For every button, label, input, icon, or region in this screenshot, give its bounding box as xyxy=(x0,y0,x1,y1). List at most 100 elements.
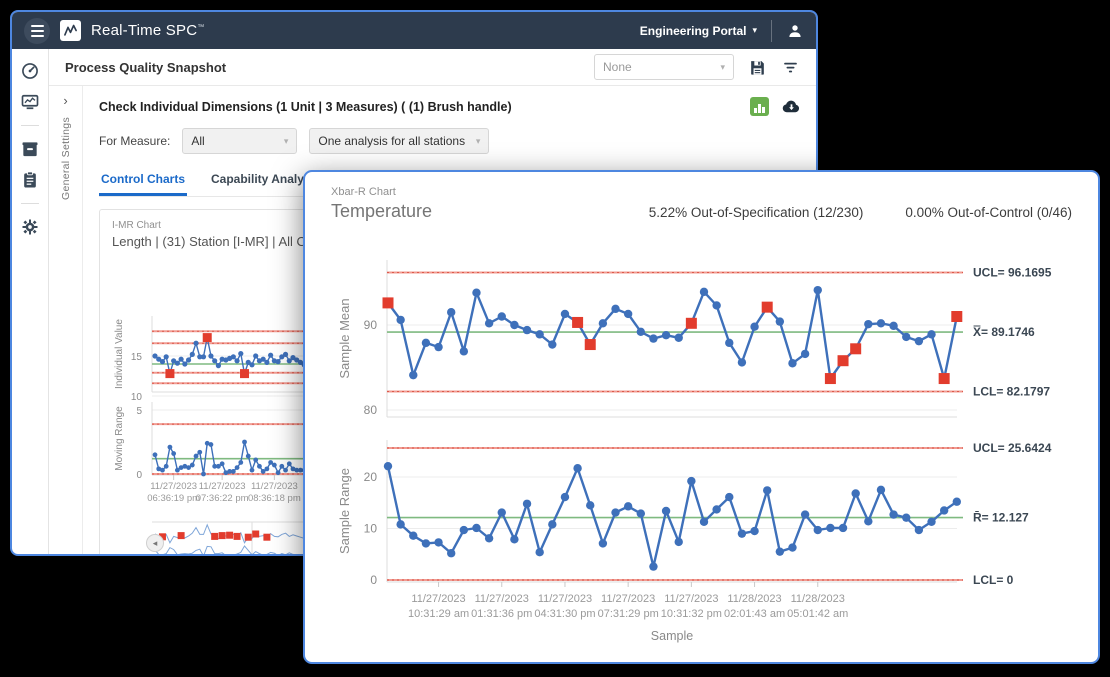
sample-point[interactable] xyxy=(687,477,695,485)
sample-point[interactable] xyxy=(712,505,720,513)
sample-point[interactable] xyxy=(586,501,594,509)
analysis-mode-select[interactable]: One analysis for all stations ▾ xyxy=(309,128,489,154)
sample-point[interactable] xyxy=(220,461,225,466)
sample-point[interactable] xyxy=(776,547,784,555)
sample-point[interactable] xyxy=(801,510,809,518)
sample-point[interactable] xyxy=(164,464,169,469)
sample-point[interactable] xyxy=(877,319,885,327)
out-of-spec-point[interactable] xyxy=(211,533,218,540)
sample-point[interactable] xyxy=(409,371,417,379)
sample-point[interactable] xyxy=(447,549,455,557)
sample-point[interactable] xyxy=(750,323,758,331)
sample-point[interactable] xyxy=(250,468,255,473)
sample-point[interactable] xyxy=(889,322,897,330)
sample-point[interactable] xyxy=(272,463,277,468)
sample-point[interactable] xyxy=(249,362,254,367)
out-of-spec-point[interactable] xyxy=(245,534,252,541)
sample-point[interactable] xyxy=(279,464,284,469)
sample-point[interactable] xyxy=(472,289,480,297)
sample-point[interactable] xyxy=(212,358,217,363)
sample-point[interactable] xyxy=(201,354,206,359)
sample-point[interactable] xyxy=(763,486,771,494)
sample-point[interactable] xyxy=(637,328,645,336)
sample-point[interactable] xyxy=(460,526,468,534)
sample-point[interactable] xyxy=(915,337,923,345)
sample-point[interactable] xyxy=(839,524,847,532)
out-of-spec-point[interactable] xyxy=(850,343,861,354)
out-of-spec-point[interactable] xyxy=(219,532,226,539)
out-of-spec-point[interactable] xyxy=(951,311,962,322)
sample-point[interactable] xyxy=(283,468,288,473)
sample-point[interactable] xyxy=(940,506,948,514)
sample-point[interactable] xyxy=(675,334,683,342)
sample-point[interactable] xyxy=(194,454,199,459)
sample-point[interactable] xyxy=(535,330,543,338)
sample-point[interactable] xyxy=(216,363,221,368)
sample-point[interactable] xyxy=(523,326,531,334)
user-account-icon[interactable] xyxy=(786,22,804,40)
sample-point[interactable] xyxy=(915,526,923,534)
sample-point[interactable] xyxy=(257,464,262,469)
sample-point[interactable] xyxy=(599,539,607,547)
sample-point[interactable] xyxy=(396,316,404,324)
sample-point[interactable] xyxy=(422,339,430,347)
sample-point[interactable] xyxy=(662,331,670,339)
save-icon[interactable] xyxy=(748,58,767,77)
navigator-collapse-button[interactable]: ◂ xyxy=(146,534,164,552)
out-of-spec-point[interactable] xyxy=(203,333,212,342)
sample-point[interactable] xyxy=(153,452,158,457)
chart-view-button[interactable] xyxy=(750,97,769,116)
sidebar-item-settings[interactable] xyxy=(20,217,40,237)
sample-point[interactable] xyxy=(209,442,214,447)
out-of-spec-point[interactable] xyxy=(178,532,185,539)
tab-control-charts[interactable]: Control Charts xyxy=(99,168,187,196)
sidebar-item-reports[interactable] xyxy=(20,170,40,190)
sample-point[interactable] xyxy=(788,359,796,367)
sample-point[interactable] xyxy=(700,288,708,296)
sample-point[interactable] xyxy=(927,518,935,526)
expand-chevron-icon[interactable]: › xyxy=(63,94,67,107)
sample-point[interactable] xyxy=(535,548,543,556)
sample-point[interactable] xyxy=(186,357,191,362)
sample-point[interactable] xyxy=(182,361,187,366)
sample-point[interactable] xyxy=(190,463,195,468)
sample-point[interactable] xyxy=(485,534,493,542)
sample-point[interactable] xyxy=(927,330,935,338)
sample-point[interactable] xyxy=(160,359,165,364)
sidebar-item-monitoring[interactable] xyxy=(20,92,40,112)
sample-point[interactable] xyxy=(738,529,746,537)
sample-point[interactable] xyxy=(611,508,619,516)
out-of-spec-point[interactable] xyxy=(165,369,174,378)
sample-point[interactable] xyxy=(231,469,236,474)
sample-point[interactable] xyxy=(171,451,176,456)
sample-point[interactable] xyxy=(851,489,859,497)
sample-point[interactable] xyxy=(193,341,198,346)
sample-point[interactable] xyxy=(877,486,885,494)
sample-point[interactable] xyxy=(422,539,430,547)
sample-point[interactable] xyxy=(649,562,657,570)
sample-point[interactable] xyxy=(750,527,758,535)
sample-point[interactable] xyxy=(510,321,518,329)
sample-point[interactable] xyxy=(384,462,392,470)
sample-point[interactable] xyxy=(287,461,292,466)
sample-point[interactable] xyxy=(814,286,822,294)
menu-button[interactable] xyxy=(24,18,50,44)
sample-point[interactable] xyxy=(460,347,468,355)
sample-point[interactable] xyxy=(864,320,872,328)
sample-point[interactable] xyxy=(561,310,569,318)
sample-point[interactable] xyxy=(472,524,480,532)
sample-point[interactable] xyxy=(208,353,213,358)
sample-point[interactable] xyxy=(548,520,556,528)
sample-point[interactable] xyxy=(712,301,720,309)
sample-point[interactable] xyxy=(253,458,258,463)
snapshot-preset-select[interactable]: None ▾ xyxy=(594,54,734,80)
sample-point[interactable] xyxy=(179,357,184,362)
sample-point[interactable] xyxy=(498,312,506,320)
sample-point[interactable] xyxy=(276,470,281,475)
sample-point[interactable] xyxy=(396,520,404,528)
sample-point[interactable] xyxy=(611,305,619,313)
out-of-spec-point[interactable] xyxy=(252,531,259,538)
sample-point[interactable] xyxy=(624,502,632,510)
sample-point[interactable] xyxy=(434,343,442,351)
sample-point[interactable] xyxy=(624,310,632,318)
